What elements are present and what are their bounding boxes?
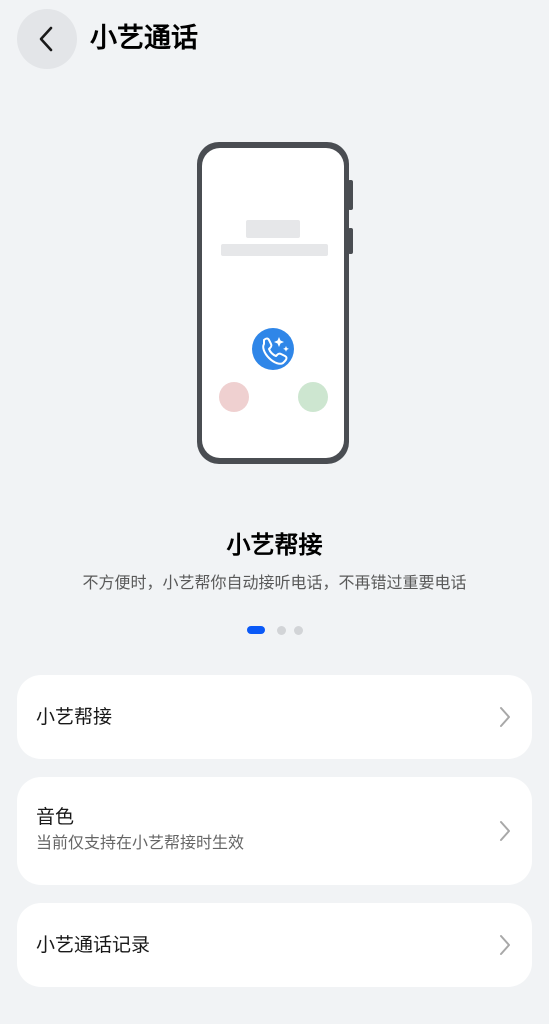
settings-item-subtitle: 当前仅支持在小艺帮接时生效 [36,833,245,852]
chevron-left-icon [39,26,53,52]
back-button[interactable] [17,9,77,69]
feature-illustration [0,130,549,480]
phone-illustration [197,142,353,464]
feature-title: 小艺帮接 [226,531,323,559]
chevron-right-icon [500,707,510,727]
settings-item-call-records[interactable]: 小艺通话记录 [17,903,532,987]
settings-item-label: 音色 [36,806,75,828]
page-dot-active[interactable] [246,626,265,634]
page-title: 小艺通话 [90,23,198,54]
decline-indicator [219,382,249,412]
page-dot[interactable] [276,625,286,635]
settings-item-label: 小艺帮接 [36,706,113,728]
settings-item-label: 小艺通话记录 [36,934,151,956]
header: 小艺通话 [0,0,549,78]
page-dot[interactable] [293,625,303,635]
feature-description: 不方便时，小艺帮你自动接听电话，不再错过重要电话 [82,573,467,592]
settings-item-voice[interactable]: 音色 当前仅支持在小艺帮接时生效 [17,777,532,885]
accept-indicator [298,382,328,412]
page-indicator[interactable] [0,625,549,635]
settings-item-auto-answer[interactable]: 小艺帮接 [17,675,532,759]
chevron-right-icon [500,821,510,841]
chevron-right-icon [500,935,510,955]
